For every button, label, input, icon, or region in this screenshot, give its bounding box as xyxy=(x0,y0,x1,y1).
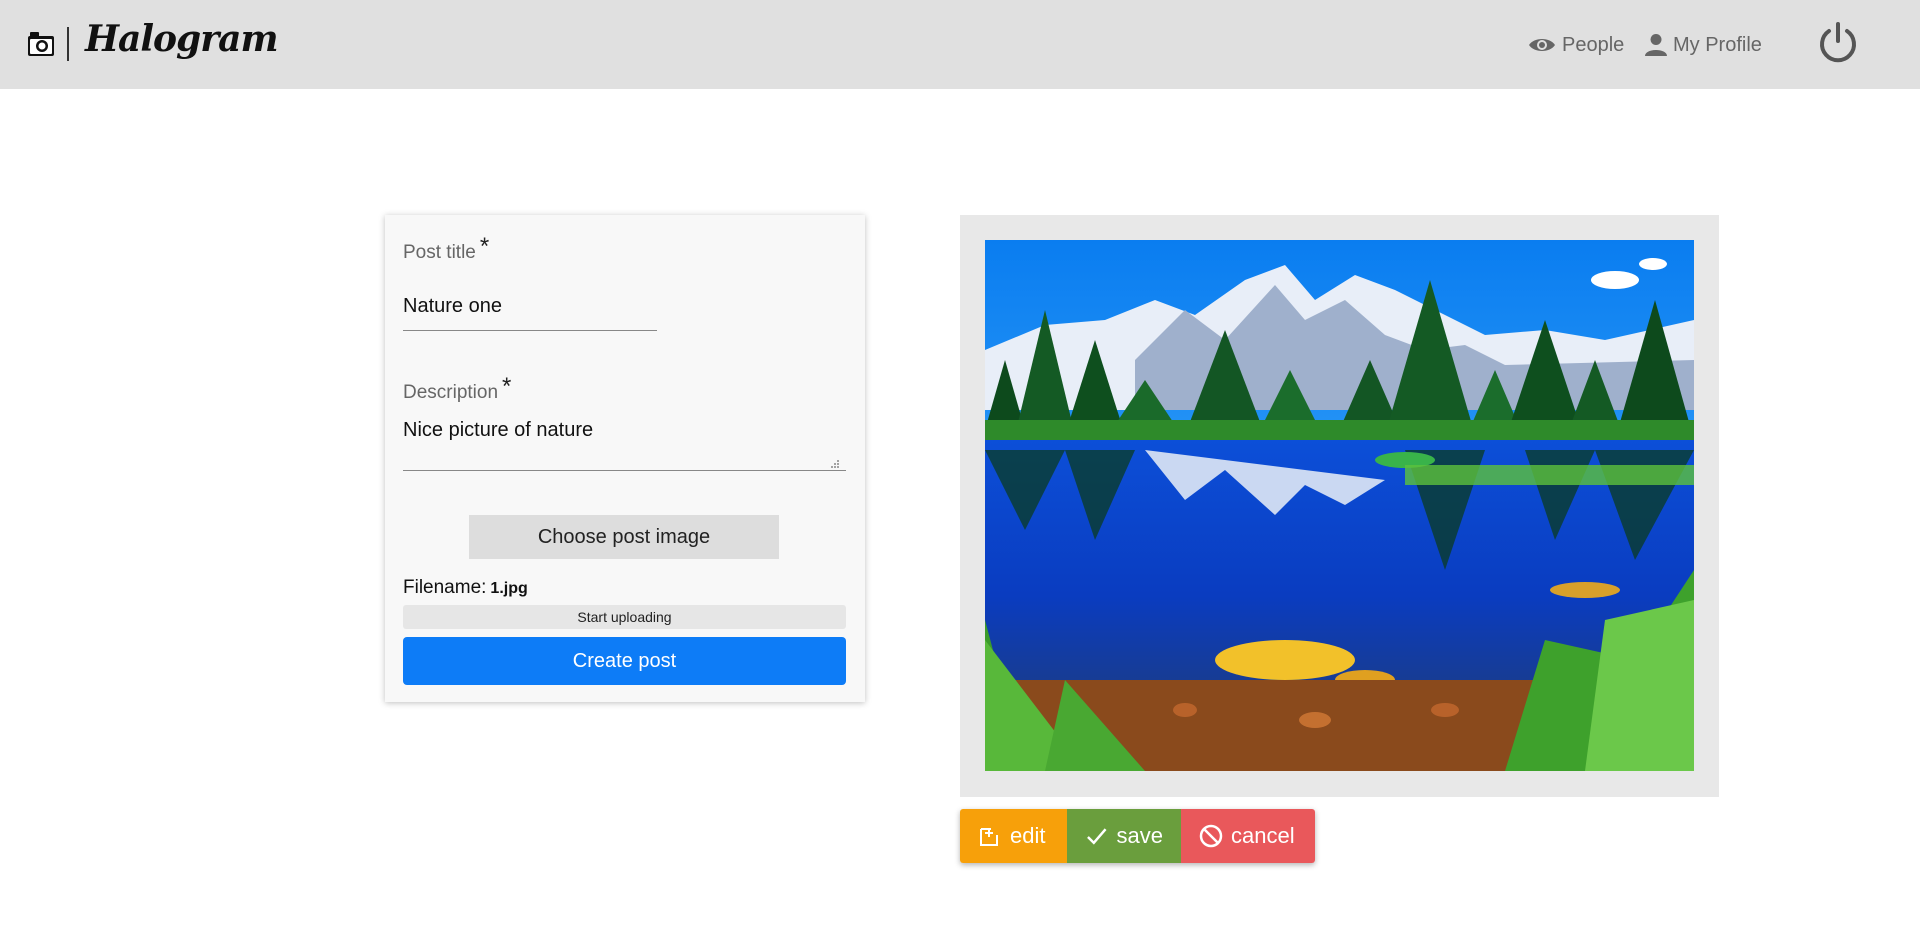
cancel-icon xyxy=(1199,824,1223,848)
post-title-label-text: Post title xyxy=(403,242,476,263)
eye-icon xyxy=(1529,39,1555,51)
brand-divider xyxy=(67,27,69,61)
required-marker: * xyxy=(502,373,512,400)
description-input[interactable]: Nice picture of nature xyxy=(403,419,846,471)
filename-row: Filename: 1.jpg xyxy=(403,577,528,599)
upload-progress-bar: Start uploading xyxy=(403,605,846,629)
choose-post-image-button[interactable]: Choose post image xyxy=(469,515,779,559)
power-icon[interactable] xyxy=(1815,20,1861,66)
image-action-bar: edit save cancel xyxy=(960,809,1315,863)
edit-button[interactable]: edit xyxy=(960,809,1067,863)
post-title-input[interactable] xyxy=(403,291,657,331)
nav-link-people[interactable]: People xyxy=(1528,31,1624,59)
post-title-label: Post title * xyxy=(403,233,489,265)
nav-link-my-profile[interactable]: My Profile xyxy=(1645,31,1762,59)
filename-value: 1.jpg xyxy=(490,580,528,597)
filename-label: Filename: xyxy=(403,577,487,598)
nav-link-people-label: People xyxy=(1562,33,1625,56)
edit-button-label: edit xyxy=(1010,823,1046,848)
resize-handle-icon[interactable] xyxy=(830,459,840,469)
save-button[interactable]: save xyxy=(1067,809,1181,863)
required-marker: * xyxy=(479,233,490,260)
camera-icon[interactable] xyxy=(27,31,55,57)
image-preview-frame xyxy=(960,215,1719,797)
upload-progress-text: Start uploading xyxy=(577,609,672,625)
cancel-button-label: cancel xyxy=(1231,823,1295,848)
save-button-label: save xyxy=(1116,823,1163,848)
edit-icon xyxy=(980,828,998,846)
create-post-button[interactable]: Create post xyxy=(403,637,846,685)
nav-link-my-profile-label: My Profile xyxy=(1673,33,1762,56)
person-icon xyxy=(1645,34,1667,56)
description-label-text: Description xyxy=(403,382,499,403)
top-navbar: Halogram People My Profile xyxy=(0,0,1920,89)
description-label: Description * xyxy=(403,373,511,405)
post-image-preview xyxy=(985,240,1694,771)
cancel-button[interactable]: cancel xyxy=(1181,809,1315,863)
brand-logo[interactable]: Halogram xyxy=(85,18,279,60)
create-post-form: Post title* Description* Nice picture of… xyxy=(385,215,865,702)
check-icon xyxy=(1087,828,1107,845)
